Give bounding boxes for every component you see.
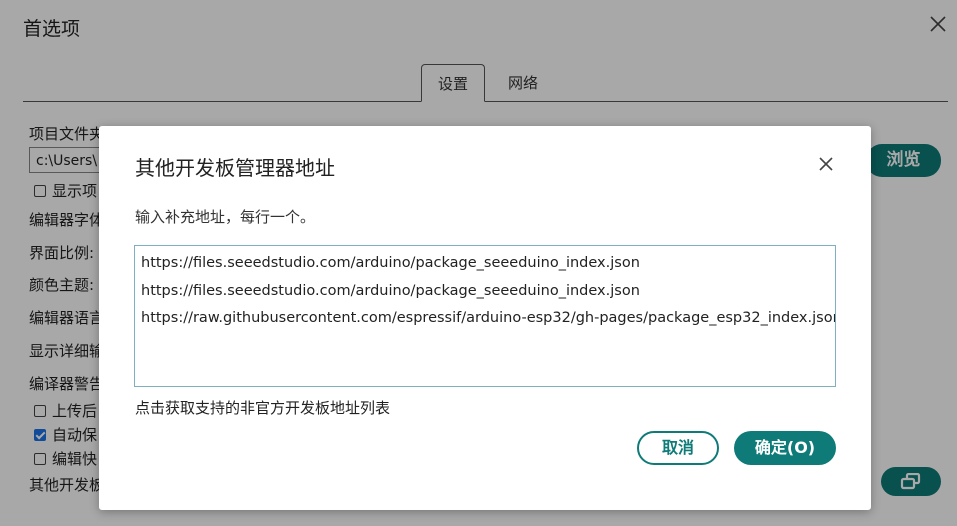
- url-line: https://files.seeedstudio.com/arduino/pa…: [141, 282, 640, 299]
- close-icon: [819, 157, 833, 171]
- url-line-text: https://raw.githubusercontent.com/espres…: [141, 310, 836, 326]
- dialog-description: 输入补充地址，每行一个。: [135, 208, 316, 226]
- url-line-last: https://raw.githubusercontent.com/espres…: [141, 305, 835, 333]
- dialog-title: 其他开发板管理器地址: [135, 156, 335, 180]
- additional-urls-dialog: 其他开发板管理器地址 输入补充地址，每行一个。 https://files.se…: [99, 126, 871, 510]
- urls-textarea[interactable]: https://files.seeedstudio.com/arduino/pa…: [134, 245, 836, 387]
- cancel-button[interactable]: 取消: [637, 431, 719, 465]
- dialog-close-button[interactable]: [815, 153, 837, 175]
- ok-button[interactable]: 确定(O): [734, 431, 836, 465]
- unofficial-boards-list-link[interactable]: 点击获取支持的非官方开发板地址列表: [135, 397, 390, 418]
- url-line: https://files.seeedstudio.com/arduino/pa…: [141, 255, 640, 271]
